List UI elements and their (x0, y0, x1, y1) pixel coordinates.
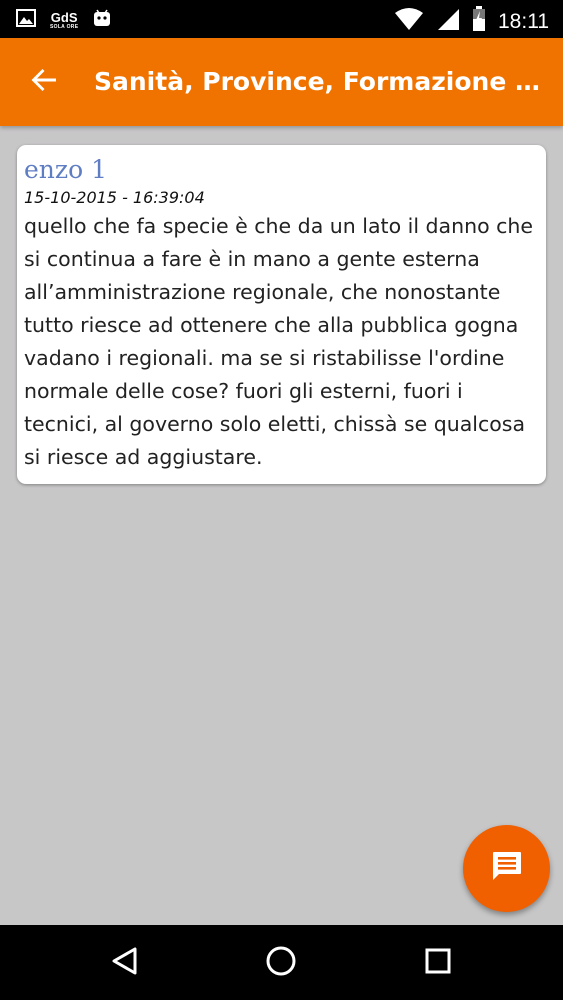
status-bar: GdS SOLA ORE 18:11 (0, 0, 563, 38)
comment-icon (490, 849, 524, 888)
navigation-bar (0, 925, 563, 1000)
gds-logo-text: GdS (50, 9, 78, 25)
back-triangle-icon (110, 946, 140, 981)
system-icons: 18:11 (394, 6, 549, 37)
gds-app-icon: GdS SOLA ORE (50, 9, 79, 30)
app-bar: Sanità, Province, Formazione e dirigenti… (0, 38, 563, 126)
page-title: Sanità, Province, Formazione e dirigenti… (94, 67, 546, 96)
android-icon (92, 8, 112, 33)
image-icon (16, 9, 36, 32)
signal-icon (436, 7, 460, 36)
comment-text: quello che fa specie è che da un lato il… (24, 214, 534, 469)
wifi-icon (394, 7, 424, 36)
comment-date: 15-10-2015 - 16:39:04 (24, 188, 205, 207)
nav-home-button[interactable] (263, 945, 299, 981)
comment-author: enzo 1 (24, 155, 107, 184)
recents-square-icon (424, 947, 452, 980)
home-circle-icon (265, 945, 297, 982)
notification-icons: GdS SOLA ORE (16, 8, 112, 33)
gds-logo-subtext: SOLA ORE (50, 23, 79, 30)
back-button[interactable] (22, 60, 66, 104)
nav-back-button[interactable] (107, 945, 143, 981)
battery-icon (472, 6, 486, 37)
comment-card: enzo 1 15-10-2015 - 16:39:04 quello che … (17, 145, 546, 484)
add-comment-button[interactable] (463, 825, 550, 912)
arrow-back-icon (30, 66, 58, 99)
clock: 18:11 (498, 9, 549, 33)
nav-recents-button[interactable] (420, 945, 456, 981)
